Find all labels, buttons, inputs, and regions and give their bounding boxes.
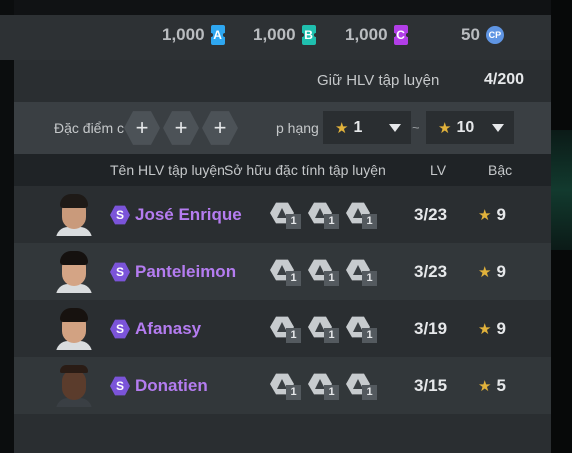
hold-summary: Giữ HLV tập luyện 4/200	[14, 60, 551, 102]
trait-list: 1 1 1	[270, 316, 385, 344]
trainer-name: José Enrique	[135, 205, 242, 224]
table-row[interactable]: S Afanasy 1 1 1 3/19 ★ 9	[14, 300, 551, 357]
trait-level: 1	[286, 328, 301, 343]
rank-s-badge: S	[110, 262, 130, 282]
ticket-b-icon: B	[299, 25, 318, 45]
trait-level: 1	[324, 385, 339, 400]
trait-level: 1	[362, 328, 377, 343]
avatar	[56, 365, 92, 407]
trait-list: 1 1 1	[270, 259, 385, 287]
currency-a: 1,000 A	[162, 25, 227, 45]
trait-icon: 1	[270, 259, 306, 287]
currency-cp-amount: 50	[461, 25, 480, 44]
star-icon: ★	[478, 207, 492, 224]
add-trait-button-3[interactable]: +	[202, 111, 238, 145]
currency-b: 1,000 B	[253, 25, 318, 45]
trait-icon: 1	[346, 259, 382, 287]
trainer-name: Afanasy	[135, 319, 202, 338]
trait-level: 1	[286, 385, 301, 400]
currency-a-amount: 1,000	[162, 25, 205, 44]
currency-cp: 50 CP	[461, 25, 504, 45]
table-header: Tên HLV tập luyện Sở hữu đặc tính tập lu…	[14, 154, 551, 186]
currency-b-amount: 1,000	[253, 25, 296, 44]
currency-c-amount: 1,000	[345, 25, 388, 44]
avatar	[56, 194, 92, 236]
min-rank-select[interactable]: ★ 1	[323, 111, 411, 144]
traits-filter-label: Đặc điểm c	[54, 120, 125, 136]
avatar	[56, 251, 92, 293]
chevron-down-icon	[492, 124, 504, 132]
background-left	[0, 0, 14, 453]
header-lv[interactable]: LV	[430, 162, 446, 178]
trainer-lv: 3/15	[414, 376, 448, 395]
star-icon: ★	[478, 264, 492, 281]
trait-level: 1	[362, 214, 377, 229]
trait-level: 1	[286, 214, 301, 229]
trainer-grade: ★ 5	[478, 376, 506, 395]
trait-level: 1	[324, 214, 339, 229]
trait-icon: 1	[270, 316, 306, 344]
min-rank-value: 1	[353, 118, 363, 136]
trainer-name: Panteleimon	[135, 262, 237, 281]
star-icon: ★	[438, 119, 452, 137]
trainer-lv: 3/23	[414, 262, 448, 281]
ticket-a-icon: A	[208, 25, 227, 45]
trainer-grade: ★ 9	[478, 262, 506, 281]
hold-count: 4/200	[484, 71, 525, 88]
trainer-grade: ★ 9	[478, 319, 506, 338]
range-separator: ~	[412, 120, 420, 135]
background-glow	[551, 130, 572, 250]
rank-s-badge: S	[110, 205, 130, 225]
ticket-c-icon: C	[391, 25, 410, 45]
trainer-lv: 3/23	[414, 205, 448, 224]
filter-bar: Đặc điểm c + + + p hạng ★ 1 ~ ★ 10	[14, 102, 551, 154]
trait-level: 1	[324, 328, 339, 343]
trainer-grade: ★ 9	[478, 205, 506, 224]
trait-level: 1	[286, 271, 301, 286]
trait-list: 1 1 1	[270, 202, 385, 230]
max-rank-value: 10	[456, 118, 475, 136]
trait-level: 1	[324, 271, 339, 286]
table-row[interactable]: S Panteleimon 1 1 1 3/23 ★ 9	[14, 243, 551, 300]
trait-icon: 1	[308, 373, 344, 401]
chevron-down-icon	[389, 124, 401, 132]
add-trait-button-1[interactable]: +	[124, 111, 160, 145]
rank-filter-label: p hạng	[276, 120, 319, 136]
header-name[interactable]: Tên HLV tập luyện	[110, 162, 225, 178]
trait-icon: 1	[308, 316, 344, 344]
trait-icon: 1	[346, 373, 382, 401]
trait-icon: 1	[308, 202, 344, 230]
trainer-name: Donatien	[135, 376, 208, 395]
avatar	[56, 308, 92, 350]
header-grade[interactable]: Bậc	[488, 162, 512, 178]
table-row[interactable]: S Donatien 1 1 1 3/15 ★ 5	[14, 357, 551, 414]
rank-s-badge: S	[110, 319, 130, 339]
trait-list: 1 1 1	[270, 373, 385, 401]
currency-c: 1,000 C	[345, 25, 410, 45]
trait-icon: 1	[270, 373, 306, 401]
star-icon: ★	[478, 321, 492, 338]
coin-cp-icon: CP	[485, 26, 504, 44]
max-rank-select[interactable]: ★ 10	[426, 111, 514, 144]
hold-label: Giữ HLV tập luyện	[317, 72, 440, 89]
trait-level: 1	[362, 385, 377, 400]
trait-icon: 1	[270, 202, 306, 230]
table-row[interactable]: S José Enrique 1 1 1 3/23 ★ 9	[14, 186, 551, 243]
trait-icon: 1	[346, 316, 382, 344]
star-icon: ★	[335, 119, 349, 137]
add-trait-button-2[interactable]: +	[163, 111, 199, 145]
trait-icon: 1	[346, 202, 382, 230]
star-icon: ★	[478, 378, 492, 395]
rank-s-badge: S	[110, 376, 130, 396]
header-traits[interactable]: Sở hữu đặc tính tập luyện	[224, 162, 386, 178]
trainer-lv: 3/19	[414, 319, 448, 338]
trait-level: 1	[362, 271, 377, 286]
trait-icon: 1	[308, 259, 344, 287]
